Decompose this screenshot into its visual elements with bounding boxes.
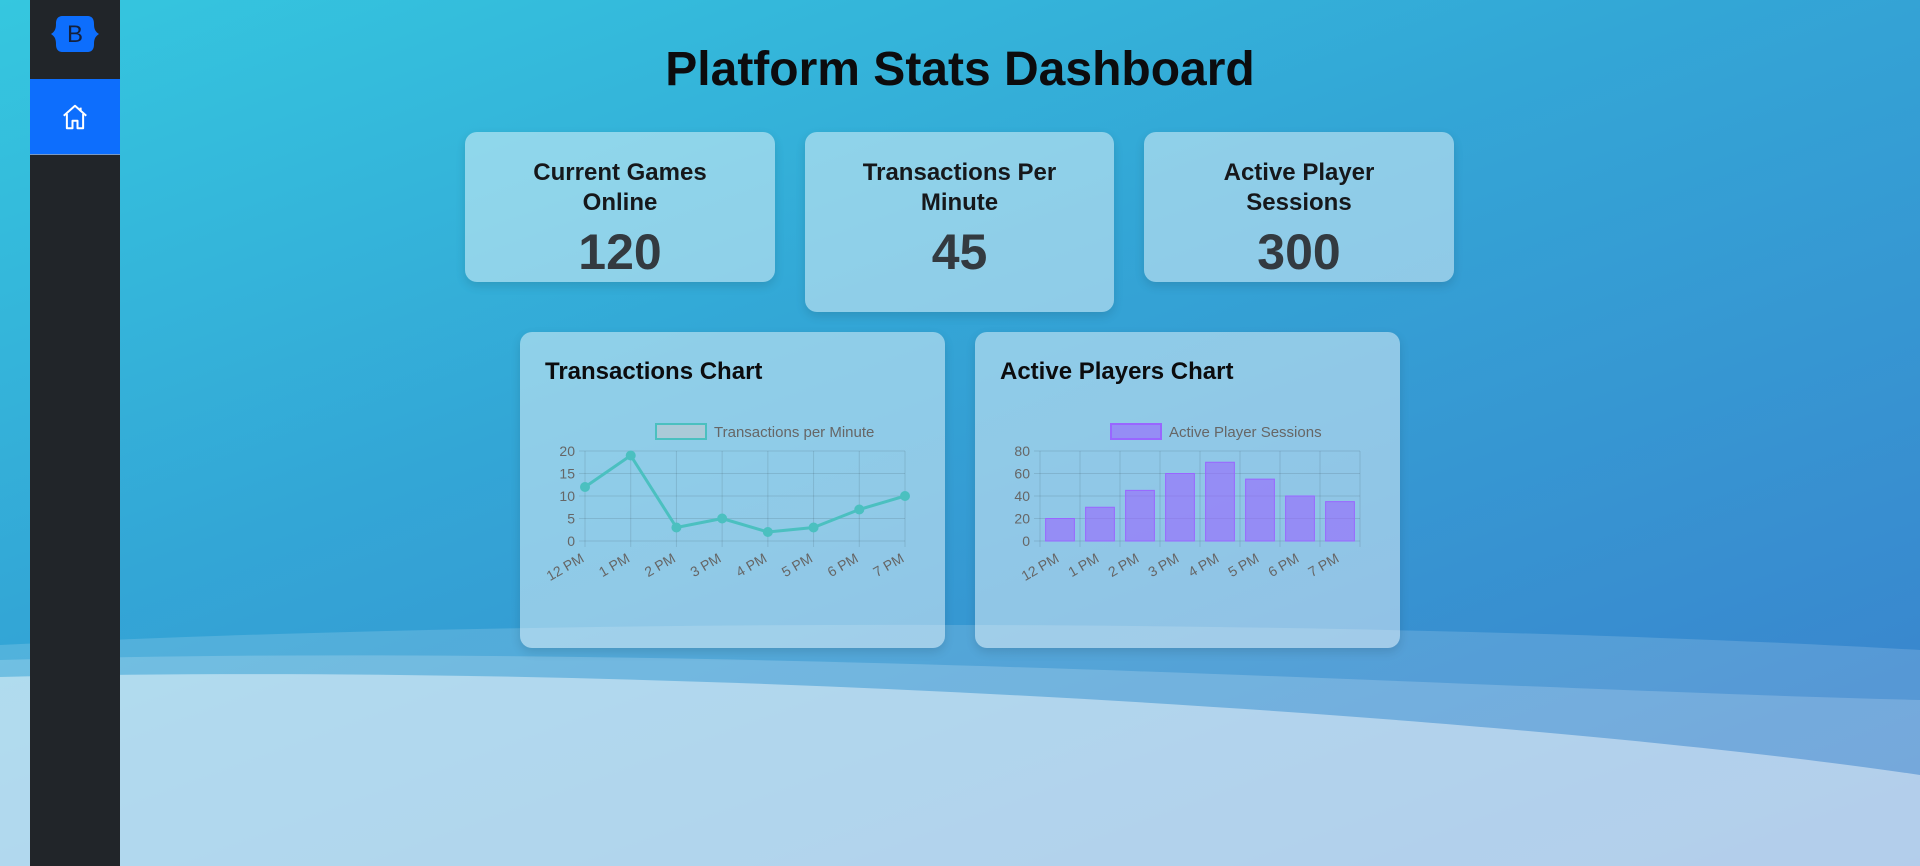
x-tick-label: 1 PM [1065, 550, 1101, 580]
data-point [854, 504, 865, 515]
data-point [808, 522, 819, 533]
house-icon [63, 104, 87, 129]
stat-value: 45 [931, 224, 988, 280]
x-tick-label: 3 PM [1145, 550, 1181, 580]
data-point [762, 527, 773, 537]
stat-value: 300 [1257, 224, 1341, 280]
y-tick-label: 20 [1014, 511, 1030, 527]
y-tick-label: 60 [1014, 466, 1030, 482]
x-tick-label: 12 PM [543, 550, 586, 584]
background-wave [0, 624, 1920, 866]
stat-label: Transactions Per Minute [862, 159, 1057, 216]
x-tick-label: 4 PM [733, 550, 769, 580]
y-tick-label: 80 [1014, 443, 1030, 459]
page-title: Platform Stats Dashboard [665, 43, 1255, 96]
bootstrap-logo-icon: B [51, 16, 99, 52]
stat-label: Active Player Sessions [1223, 159, 1375, 216]
brand-logo[interactable]: B [30, 0, 120, 68]
x-tick-label: 5 PM [1225, 550, 1261, 580]
legend-swatch [1110, 423, 1162, 440]
x-tick-label: 6 PM [1265, 550, 1301, 580]
stat-card-active-player-sessions: Active Player Sessions 300 [1144, 132, 1454, 282]
transactions-chart-card: Transactions Chart Transactions per Minu… [520, 332, 945, 648]
bar [1045, 518, 1075, 542]
y-tick-label: 20 [559, 443, 575, 459]
stat-value: 120 [578, 224, 662, 280]
bar [1325, 501, 1355, 542]
data-point [671, 522, 682, 533]
x-tick-label: 4 PM [1185, 550, 1221, 580]
bar [1125, 489, 1155, 542]
y-tick-label: 10 [559, 488, 575, 504]
transactions-line-chart: Transactions per Minute 0 5 10 15 20 12 PM 1 PM… [543, 423, 910, 584]
y-tick-label: 40 [1014, 488, 1030, 504]
x-tick-label: 2 PM [642, 550, 678, 580]
bar [1285, 495, 1315, 542]
y-tick-label: 5 [567, 511, 575, 527]
bar [1085, 506, 1115, 542]
x-tick-label: 12 PM [1018, 550, 1061, 584]
y-tick-label: 0 [1022, 533, 1030, 549]
bar [1205, 461, 1235, 542]
x-tick-label: 7 PM [1305, 550, 1341, 580]
x-tick-label: 3 PM [687, 550, 723, 580]
data-point [900, 491, 910, 501]
legend-swatch [655, 423, 707, 440]
brand-letter: B [67, 21, 83, 48]
sidebar-item-home[interactable] [30, 79, 120, 155]
legend-label: Active Player Sessions [1169, 424, 1322, 441]
x-tick-label: 1 PM [596, 550, 632, 580]
data-point [717, 513, 728, 524]
x-tick-label: 7 PM [870, 550, 906, 580]
stat-card-games-online: Current Games Online 120 [465, 132, 775, 282]
x-tick-label: 2 PM [1105, 550, 1141, 580]
sidebar: B [30, 0, 120, 866]
stat-card-transactions-per-minute: Transactions Per Minute 45 [805, 132, 1114, 312]
y-tick-label: 15 [559, 466, 575, 482]
active-players-chart-card: Active Players Chart Active Player Sessi… [975, 332, 1400, 648]
bar [1165, 473, 1195, 542]
stat-label: Current Games Online [533, 159, 707, 216]
active-players-bar-chart: Active Player Sessions 0 20 40 60 80 12 PM 1 PM… [1014, 423, 1361, 584]
x-tick-label: 5 PM [779, 550, 815, 580]
y-tick-label: 0 [567, 533, 575, 549]
data-point [580, 482, 590, 492]
bar [1245, 478, 1275, 542]
x-tick-label: 6 PM [824, 550, 860, 580]
series-line [584, 454, 906, 534]
legend-label: Transactions per Minute [714, 424, 874, 441]
data-point [625, 450, 636, 461]
